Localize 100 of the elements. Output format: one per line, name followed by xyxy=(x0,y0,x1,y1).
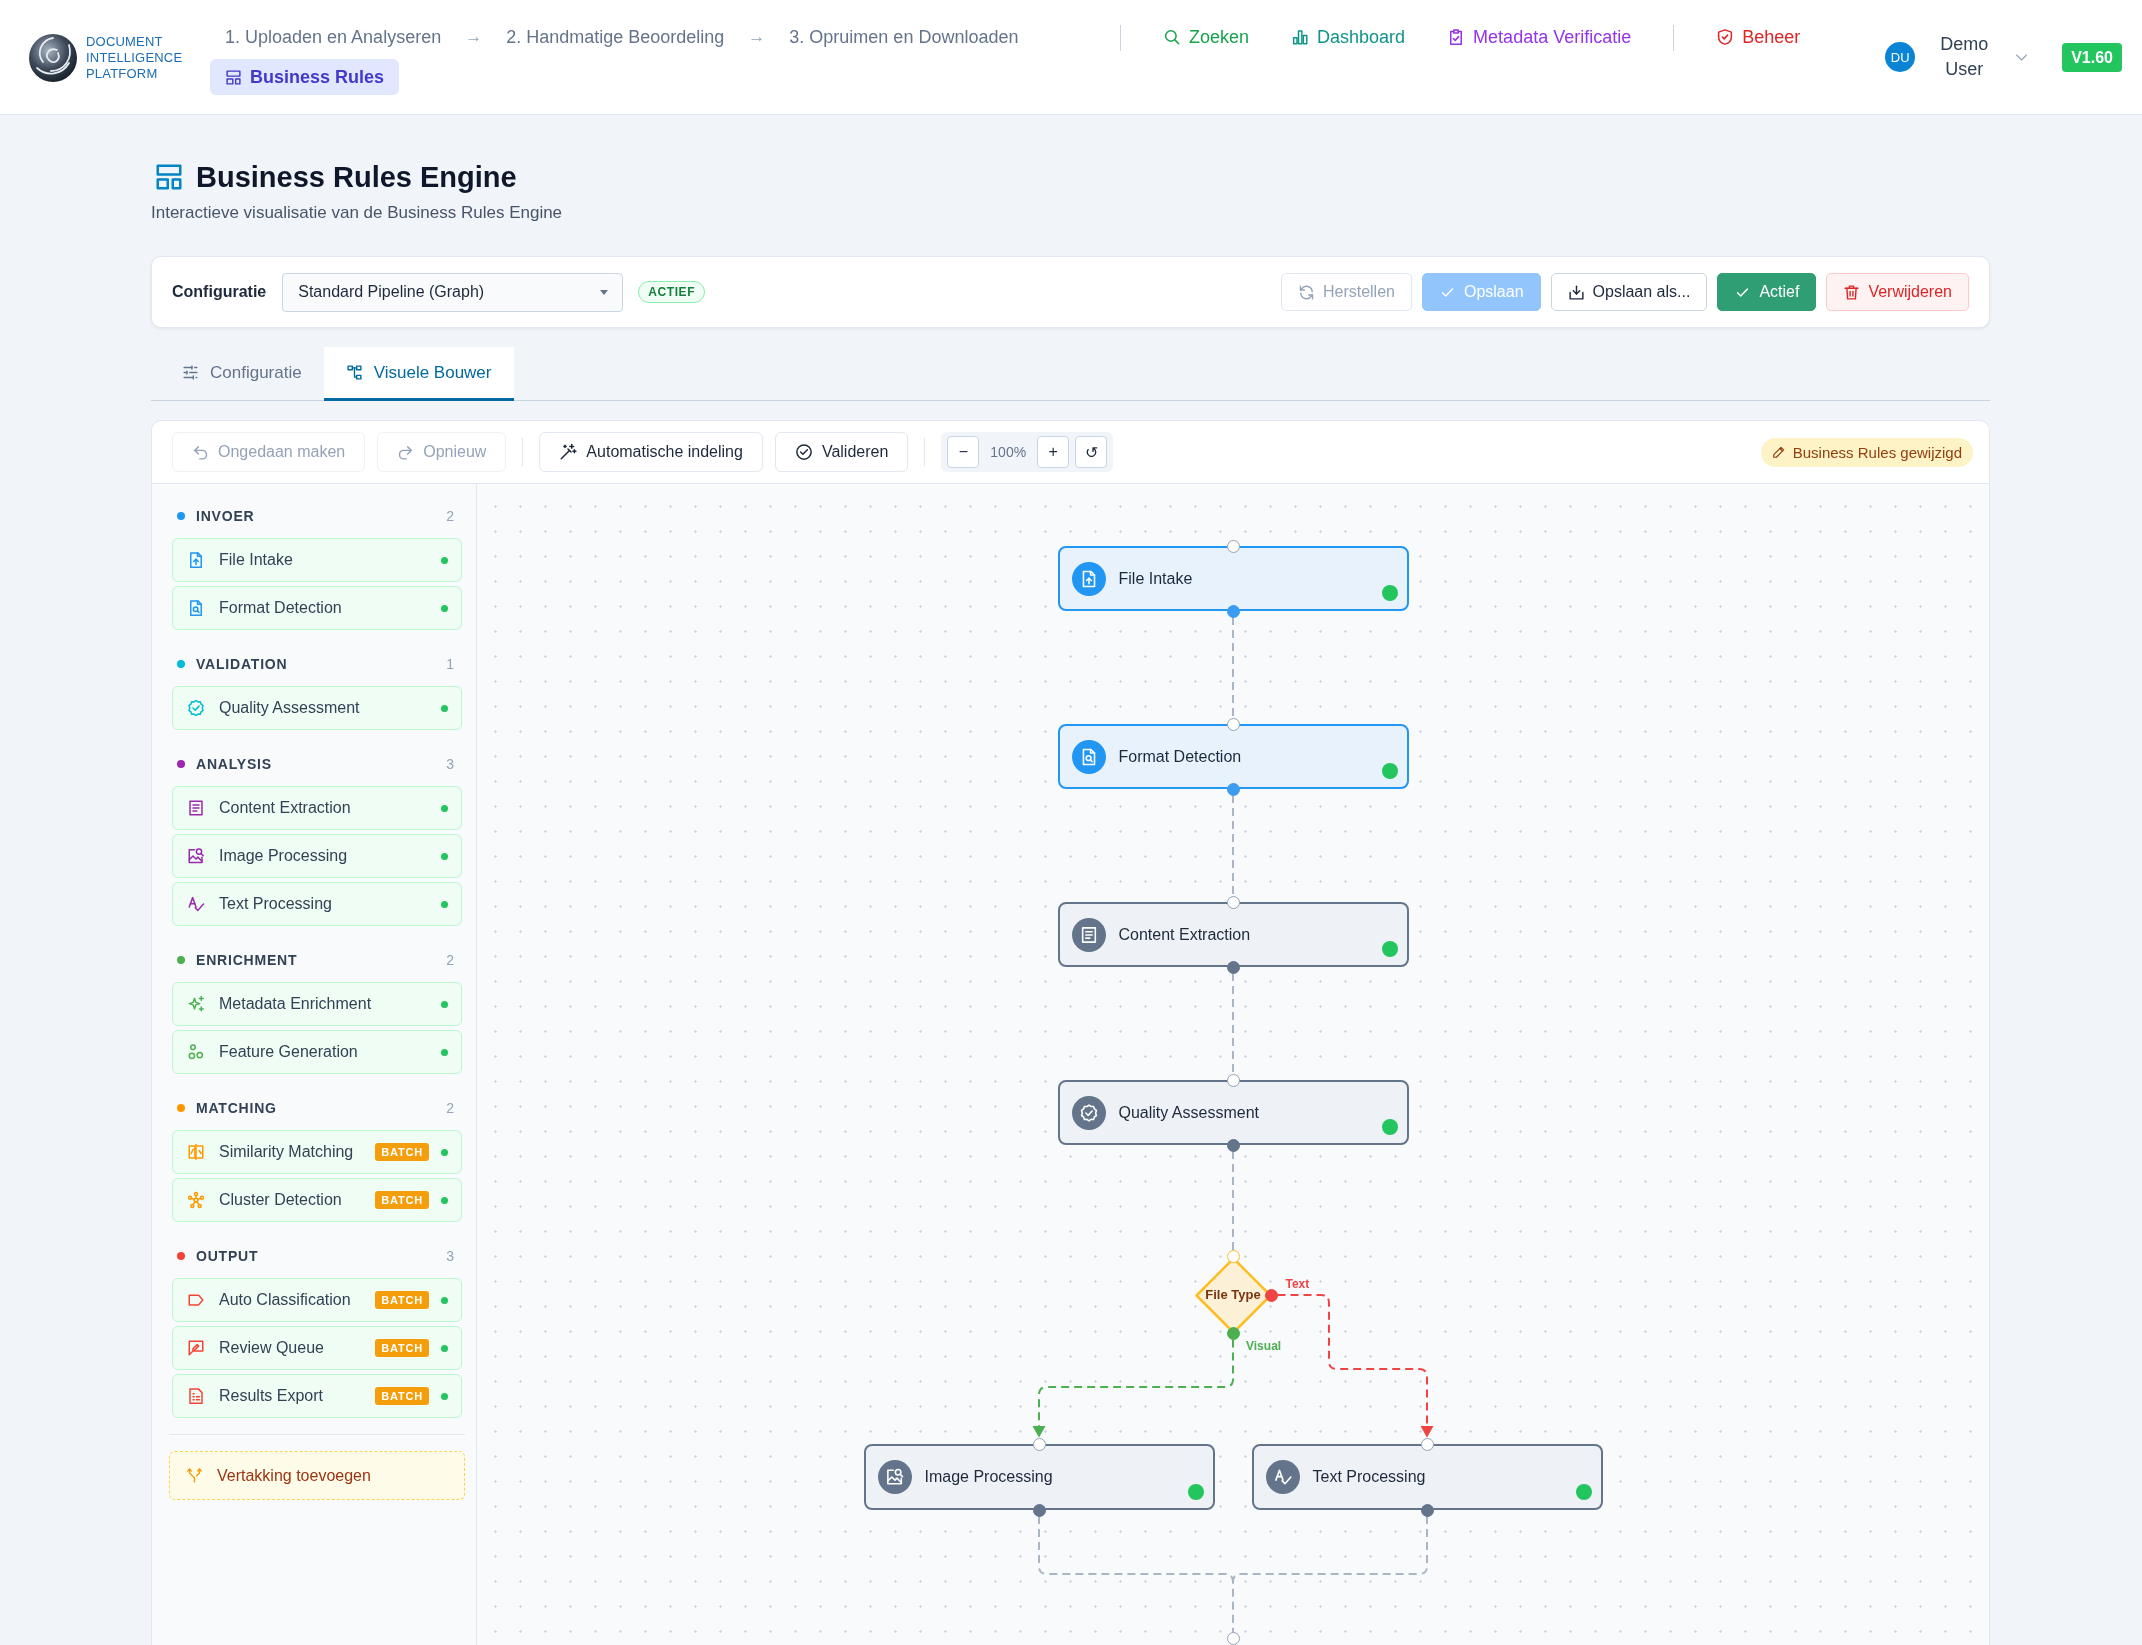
status-dot-icon xyxy=(441,1196,448,1204)
modified-label: Business Rules gewijzigd xyxy=(1792,443,1962,461)
palette-item[interactable]: Image Processing xyxy=(172,834,462,878)
download-tray-icon xyxy=(1567,283,1585,301)
nav-link[interactable]: Metadata Verificatie xyxy=(1435,19,1644,55)
status-dot-icon xyxy=(1381,941,1398,957)
fork-arrows-icon xyxy=(186,1467,203,1484)
node-label: Format Detection xyxy=(1118,747,1242,766)
status-dot-icon xyxy=(1187,1484,1204,1500)
palette-item[interactable]: Text Processing xyxy=(172,882,462,926)
redo-icon xyxy=(397,443,415,461)
zoom-in-button[interactable]: + xyxy=(1037,436,1070,468)
document-lines-icon xyxy=(187,799,205,817)
status-dot-icon xyxy=(441,556,448,564)
branch-label: Text xyxy=(1285,1277,1310,1291)
palette-item[interactable]: Content Extraction xyxy=(172,786,462,830)
palette-item[interactable]: Cluster Detection BATCH xyxy=(172,1178,462,1222)
network-icon xyxy=(187,1191,205,1209)
toolbar-button[interactable]: Valideren xyxy=(774,432,909,472)
spellcheck-icon xyxy=(1265,1460,1300,1494)
connection-handle[interactable] xyxy=(1226,1327,1240,1340)
user-avatar[interactable]: DU xyxy=(1885,42,1916,72)
tab[interactable]: Configuratie xyxy=(160,347,324,401)
document-icon xyxy=(187,1387,205,1405)
group-title: VALIDATION xyxy=(196,656,288,672)
group-title: INVOER xyxy=(196,508,255,524)
connection-handle[interactable] xyxy=(1226,1631,1240,1645)
node-label: Quality Assessment xyxy=(1118,1103,1259,1122)
spellcheck-icon xyxy=(187,895,205,913)
status-dot-icon xyxy=(441,1048,448,1056)
image-search-icon xyxy=(877,1460,912,1494)
status-dot-icon xyxy=(441,1000,448,1008)
pencil-icon xyxy=(1771,445,1786,459)
circles-icon xyxy=(187,1043,205,1061)
palette-item[interactable]: File Intake xyxy=(172,538,462,582)
status-dot-icon xyxy=(441,1296,448,1304)
group-count: 2 xyxy=(446,952,454,968)
group-count: 2 xyxy=(446,508,454,524)
status-dot-icon xyxy=(441,804,448,812)
node-label: Image Processing xyxy=(924,1468,1053,1486)
palette-item[interactable]: Results Export BATCH xyxy=(172,1374,462,1418)
group-count: 3 xyxy=(446,756,454,772)
status-dot-icon xyxy=(1381,763,1398,779)
decision-label: File Type xyxy=(1205,1286,1261,1304)
status-dot-icon xyxy=(441,1344,448,1352)
badge-check-icon xyxy=(1071,1095,1106,1130)
palette-item[interactable]: Format Detection xyxy=(172,586,462,630)
layout-icon xyxy=(225,68,242,86)
status-dot-icon xyxy=(441,1392,448,1400)
nav-step-link[interactable]: 2. Handmatige Beoordeling xyxy=(491,19,740,55)
status-badge: ACTIEF xyxy=(638,281,706,303)
toolbar-button[interactable]: Automatische indeling xyxy=(539,432,763,472)
batch-badge: BATCH xyxy=(375,1291,429,1309)
magic-wand-icon xyxy=(559,443,578,461)
group-title: ANALYSIS xyxy=(196,756,272,772)
nav-link[interactable]: Beheer xyxy=(1704,19,1813,55)
nav-step-link[interactable]: Business Rules xyxy=(210,59,400,95)
step-arrow: → xyxy=(464,26,484,48)
brand-name: DOCUMENT INTELLIGENCE PLATFORM xyxy=(86,34,184,82)
zoom-out-button[interactable]: − xyxy=(947,436,980,468)
branch-label: Visual xyxy=(1246,1338,1282,1353)
search-icon xyxy=(1163,28,1181,46)
sliders-icon xyxy=(182,364,199,381)
document-lines-icon xyxy=(1071,917,1106,952)
node-label: Text Processing xyxy=(1312,1468,1426,1486)
file-upload-icon xyxy=(1071,561,1106,596)
user-name: Demo User xyxy=(1939,33,1990,81)
configuration-label: Configuratie xyxy=(172,283,267,301)
page-title: Business Rules Engine xyxy=(196,160,517,194)
palette-item[interactable]: Feature Generation xyxy=(172,1030,462,1074)
status-dot-icon xyxy=(441,604,448,612)
trash-icon xyxy=(1843,283,1861,301)
nav-step-link[interactable]: 3. Opruimen en Downloaden xyxy=(774,19,1034,55)
file-upload-icon xyxy=(187,551,205,569)
configuration-select[interactable]: Standard Pipeline (Graph) xyxy=(282,272,624,312)
connection-handle[interactable] xyxy=(1265,1288,1278,1302)
palette-item[interactable]: Quality Assessment xyxy=(172,686,462,730)
status-dot-icon xyxy=(441,1148,448,1156)
connection-handle[interactable] xyxy=(1226,1250,1240,1263)
badge-check-icon xyxy=(187,699,205,717)
palette-item[interactable]: Review Queue BATCH xyxy=(172,1326,462,1370)
flow-tree-icon xyxy=(345,364,363,381)
group-title: MATCHING xyxy=(196,1100,277,1116)
toolbar-button[interactable]: Verwijderen xyxy=(1826,273,1969,311)
speech-bubble-pen-icon xyxy=(187,1339,205,1357)
palette-item[interactable]: Auto Classification BATCH xyxy=(172,1278,462,1322)
refresh-icon xyxy=(1297,283,1315,301)
add-branch-button[interactable]: Vertakking toevoegen xyxy=(169,1451,465,1500)
page-subtitle: Interactieve visualisatie van de Business Rules Engine xyxy=(151,202,564,224)
nav-link[interactable]: Dashboard xyxy=(1279,19,1418,55)
tab[interactable]: Visuele Bouwer xyxy=(323,347,514,401)
tag-icon xyxy=(187,1291,205,1309)
palette-item[interactable]: Similarity Matching BATCH xyxy=(172,1130,462,1174)
nav-step-link[interactable]: 1. Uploaden en Analyseren xyxy=(210,19,457,55)
file-search-icon xyxy=(1071,739,1106,774)
split-square-icon xyxy=(187,1143,205,1161)
toolbar-button[interactable]: Opslaan als... xyxy=(1550,273,1708,311)
zoom-level: 100% xyxy=(989,444,1028,460)
zoom-reset-button[interactable]: ↺ xyxy=(1075,436,1108,468)
palette-item[interactable]: Metadata Enrichment xyxy=(172,982,462,1026)
